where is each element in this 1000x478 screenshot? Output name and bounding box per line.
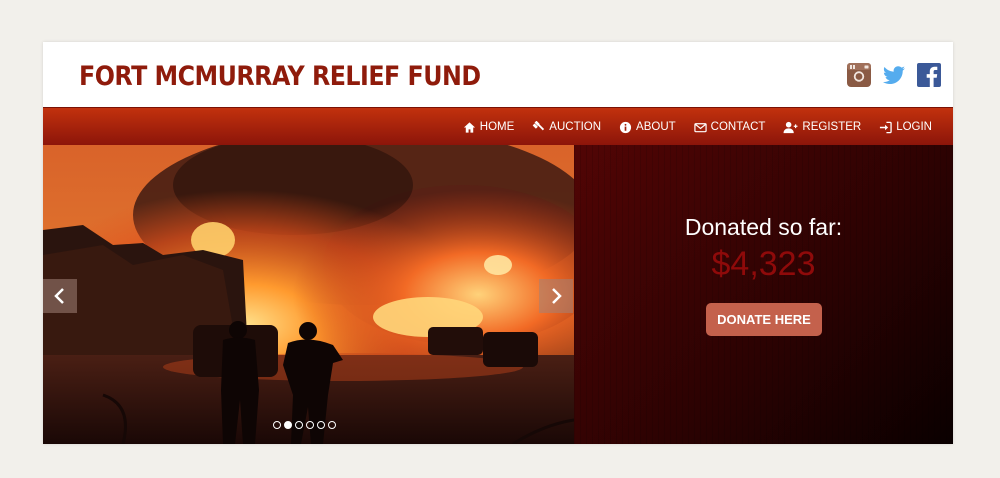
- slide-image-fire: [43, 145, 574, 444]
- nav-item-home[interactable]: HOME: [454, 108, 524, 146]
- site-logo[interactable]: FORT MCMURRAY RELIEF FUND: [79, 61, 481, 92]
- nav-item-label: CONTACT: [710, 121, 766, 133]
- slider-dot[interactable]: [273, 421, 281, 429]
- slider-dot[interactable]: [306, 421, 314, 429]
- slider-dot[interactable]: [317, 421, 325, 429]
- nav-item-label: LOGIN: [896, 121, 932, 133]
- nav-item-auction[interactable]: AUCTION: [523, 108, 610, 146]
- info-icon: [619, 121, 632, 133]
- hero-slider: [43, 145, 574, 444]
- main-navbar: HOME AUCTION ABOUT CONTACT REGISTER LOGI…: [43, 107, 953, 145]
- nav-menu: HOME AUCTION ABOUT CONTACT REGISTER LOGI…: [454, 108, 941, 146]
- nav-item-label: REGISTER: [802, 121, 862, 133]
- nav-item-label: AUCTION: [549, 121, 602, 133]
- site-header: FORT MCMURRAY RELIEF FUND: [43, 42, 953, 107]
- nav-item-label: ABOUT: [636, 121, 676, 133]
- nav-item-login[interactable]: LOGIN: [870, 108, 941, 146]
- nav-item-label: HOME: [479, 121, 515, 133]
- slider-prev-button[interactable]: [43, 279, 77, 313]
- slider-indicators: [273, 421, 336, 429]
- nav-item-about[interactable]: ABOUT: [610, 108, 685, 146]
- donate-button[interactable]: DONATE HERE: [706, 303, 822, 336]
- instagram-icon[interactable]: [847, 63, 871, 87]
- sign-in-icon: [880, 121, 892, 133]
- nav-item-contact[interactable]: CONTACT: [685, 108, 775, 146]
- facebook-icon[interactable]: [917, 63, 941, 87]
- nav-item-register[interactable]: REGISTER: [774, 108, 870, 146]
- home-icon: [463, 121, 475, 133]
- donated-label: Donated so far:: [684, 214, 843, 240]
- chevron-left-icon: [54, 288, 64, 304]
- social-links: [847, 63, 941, 87]
- page-frame: FORT MCMURRAY RELIEF FUND HOME AUCTION A…: [43, 42, 953, 444]
- donation-panel: Donated so far: $4,323 DONATE HERE: [574, 145, 953, 444]
- envelope-icon: [693, 122, 707, 132]
- slider-dot[interactable]: [295, 421, 303, 429]
- user-plus-icon: [783, 121, 798, 133]
- twitter-icon[interactable]: [882, 63, 906, 87]
- slider-next-button[interactable]: [539, 279, 573, 313]
- slider-dot[interactable]: [328, 421, 336, 429]
- chevron-right-icon: [552, 288, 562, 304]
- donated-amount: $4,323: [711, 245, 816, 283]
- slider-dot-active[interactable]: [284, 421, 292, 429]
- gavel-icon: [533, 120, 545, 130]
